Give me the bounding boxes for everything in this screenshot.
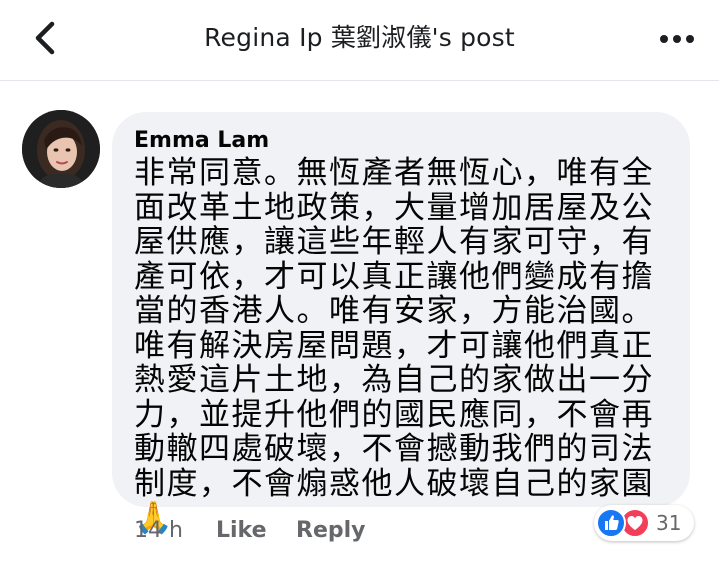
more-dots-icon	[660, 35, 694, 43]
reaction-count: 31	[656, 511, 682, 535]
like-reaction-badge	[596, 508, 626, 538]
post-header: Regina Ip 葉劉淑儀's post	[0, 0, 719, 81]
comment-author[interactable]: Emma Lam	[134, 126, 269, 156]
comment-timestamp[interactable]: 14 h	[134, 515, 183, 547]
reactions-summary[interactable]: 31	[594, 505, 694, 541]
avatar[interactable]	[22, 110, 100, 188]
comment-body: 非常同意。無恆產者無恆心，唯有全面改革土地政策，大量增加居屋及公屋供應，讓這些年…	[134, 155, 654, 502]
thumbs-up-icon	[605, 515, 619, 530]
more-options-button[interactable]	[657, 24, 697, 54]
profile-photo	[22, 110, 100, 188]
reply-button[interactable]: Reply	[296, 515, 366, 547]
page-title: Regina Ip 葉劉淑儀's post	[204, 23, 515, 52]
like-button[interactable]: Like	[216, 515, 267, 547]
comment-text: 非常同意。無恆產者無恆心，唯有全面改革土地政策，大量增加居屋及公屋供應，讓這些年…	[134, 156, 674, 536]
